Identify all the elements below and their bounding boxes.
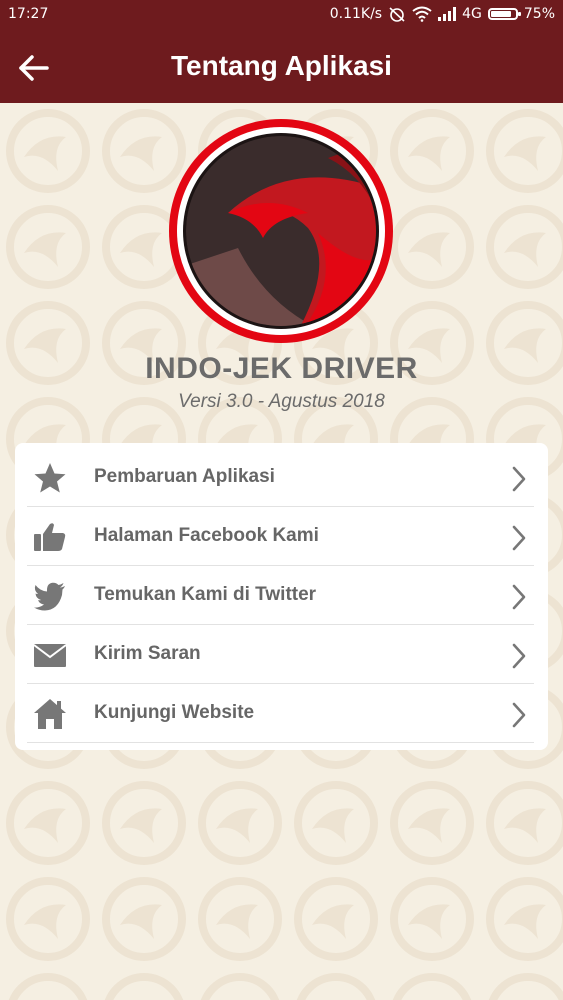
- app-bar: Tentang Aplikasi: [0, 30, 563, 103]
- signal-icon: [438, 7, 457, 21]
- chevron-right-icon: [512, 643, 526, 669]
- menu-item-twitter[interactable]: Temukan Kami di Twitter: [27, 567, 534, 625]
- alarm-off-icon: [389, 7, 405, 22]
- page-title: Tentang Aplikasi: [171, 50, 392, 81]
- chevron-right-icon: [512, 525, 526, 551]
- status-icons: 0.11K/s 4G 75%: [330, 6, 555, 22]
- network-type: 4G: [462, 6, 482, 22]
- menu-item-label: Kunjungi Website: [94, 702, 255, 723]
- star-icon: [34, 463, 66, 493]
- twitter-icon: [34, 582, 65, 611]
- chevron-right-icon: [512, 702, 526, 728]
- battery-level: [490, 11, 511, 17]
- menu-item-feedback[interactable]: Kirim Saran: [27, 626, 534, 684]
- envelope-icon: [33, 644, 67, 667]
- battery-percent: 75%: [523, 6, 555, 22]
- menu-item-label: Pembaruan Aplikasi: [94, 466, 275, 487]
- wifi-icon: [412, 6, 432, 22]
- network-speed: 0.11K/s: [329, 6, 383, 22]
- menu-item-label: Halaman Facebook Kami: [94, 525, 319, 546]
- status-bar: 17:27 0.11K/s 4G 75%: [0, 0, 563, 30]
- app-version: Versi 3.0 - Agustus 2018: [178, 391, 385, 412]
- about-menu-card: Pembaruan Aplikasi Halaman Facebook Kami…: [15, 443, 548, 750]
- app-logo: [169, 119, 393, 343]
- thumbs-up-icon: [34, 523, 66, 551]
- battery-icon: [487, 8, 521, 20]
- app-name: INDO-JEK DRIVER: [145, 352, 418, 385]
- menu-item-label: Temukan Kami di Twitter: [94, 584, 317, 605]
- menu-item-update-app[interactable]: Pembaruan Aplikasi: [27, 449, 534, 507]
- home-icon: [34, 699, 66, 729]
- menu-item-facebook[interactable]: Halaman Facebook Kami: [27, 508, 534, 566]
- menu-item-website[interactable]: Kunjungi Website: [27, 685, 534, 743]
- status-time: 17:27: [8, 6, 49, 22]
- menu-item-label: Kirim Saran: [94, 643, 201, 664]
- chevron-right-icon: [512, 584, 526, 610]
- chevron-right-icon: [512, 466, 526, 492]
